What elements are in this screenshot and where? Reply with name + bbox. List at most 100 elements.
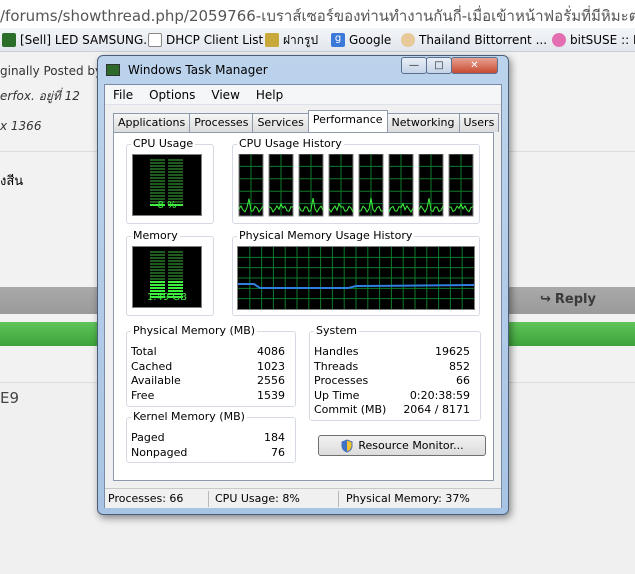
google-icon: g [331, 33, 345, 47]
kernel-memory-group: Kernel Memory (MB) Paged 184 Nonpaged 76 [126, 410, 296, 463]
meter-segment [168, 254, 183, 256]
meter-segment [150, 192, 165, 194]
meter-segment [168, 278, 183, 280]
stat-value: 4086 [257, 345, 285, 358]
menu-file[interactable]: File [105, 85, 141, 104]
bookmark-item[interactable]: ฝากรูป [265, 31, 318, 49]
status-divider [208, 491, 209, 507]
window-client: File Options View Help Applications Proc… [104, 84, 502, 508]
suse-icon [552, 33, 566, 47]
tab-strip: Applications Processes Services Performa… [113, 110, 500, 132]
stat-value: 1023 [257, 360, 285, 373]
bookmark-item[interactable]: bitSUSE :: B [552, 31, 635, 49]
meter-segment [168, 180, 183, 182]
meter-segment [150, 171, 165, 173]
post-body-text: งสีน [0, 174, 24, 189]
meter-segment [168, 192, 183, 194]
memory-meter: 1.49 GB [132, 246, 202, 308]
reply-icon: ↪ [540, 292, 551, 307]
meter-segment [150, 195, 165, 197]
meter-segment [150, 159, 165, 161]
cpu-history-label: CPU Usage History [237, 137, 344, 150]
stat-key: Free [131, 389, 155, 402]
post-text: E9 [0, 389, 20, 407]
memory-value: 1.49 GB [146, 292, 188, 303]
meter-segment [150, 275, 165, 277]
system-title: System [314, 324, 360, 337]
app-icon [106, 64, 120, 76]
meter-segment [168, 266, 183, 268]
meter-segment [150, 263, 165, 265]
meter-segment [168, 174, 183, 176]
meter-segment [168, 260, 183, 262]
meter-segment [168, 183, 183, 185]
bookmark-item[interactable]: Thailand Bittorrent ... [401, 31, 547, 49]
title-bar[interactable]: Windows Task Manager — □ ✕ [98, 56, 508, 84]
meter-segment [168, 159, 183, 161]
stat-value: 852 [449, 360, 470, 373]
meter-segment [150, 260, 165, 262]
meter-segment [168, 165, 183, 167]
tab-applications[interactable]: Applications [113, 113, 191, 132]
meter-segment [168, 272, 183, 274]
meter-segment [168, 287, 183, 289]
tab-performance[interactable]: Performance [307, 110, 388, 132]
resource-monitor-button[interactable]: Resource Monitor... [318, 435, 486, 456]
meter-segment [150, 177, 165, 179]
tab-users[interactable]: Users [458, 113, 500, 132]
reply-button[interactable]: ↪ Reply [540, 292, 596, 307]
tab-services[interactable]: Services [252, 113, 309, 132]
meter-segment [150, 189, 165, 191]
cpu-usage-label: CPU Usage [131, 137, 196, 150]
stat-key: Threads [314, 360, 359, 373]
tab-networking[interactable]: Networking [386, 113, 460, 132]
meter-segment [150, 186, 165, 188]
menu-options[interactable]: Options [141, 85, 203, 104]
stat-value: 76 [271, 446, 285, 459]
memory-history-group: Physical Memory Usage History [232, 229, 480, 316]
meter-segment [168, 195, 183, 197]
meter-segment [168, 257, 183, 259]
performance-panel: CPU Usage 8 % CPU Usage History Memory 1… [113, 132, 494, 481]
page-icon [148, 33, 162, 47]
stat-value: 2556 [257, 374, 285, 387]
menu-view[interactable]: View [203, 85, 247, 104]
meter-segment [150, 180, 165, 182]
stat-value: 1539 [257, 389, 285, 402]
cpu-history-graphs [238, 154, 474, 217]
maximize-button[interactable]: □ [426, 57, 452, 74]
memory-history-label: Physical Memory Usage History [237, 229, 415, 242]
memory-group: Memory 1.49 GB [126, 229, 214, 316]
tab-processes[interactable]: Processes [189, 113, 254, 132]
meter-segment [150, 287, 165, 289]
meter-segment [150, 168, 165, 170]
meter-segment [168, 263, 183, 265]
task-manager-window: Windows Task Manager — □ ✕ File Options … [97, 55, 509, 515]
meter-segment [150, 272, 165, 274]
system-group: System Handles 19625 Threads 852 Processes… [309, 324, 481, 421]
stat-key: Processes [314, 374, 369, 387]
meter-segment [168, 251, 183, 253]
meter-segment [168, 162, 183, 164]
face-icon [401, 33, 415, 47]
address-bar[interactable]: /forums/showthread.php/2059766-เบราส์เซอ… [0, 0, 635, 28]
minimize-button[interactable]: — [401, 57, 427, 74]
status-processes: Processes: 66 [108, 492, 184, 505]
stat-value: 184 [264, 431, 285, 444]
close-button[interactable]: ✕ [451, 57, 498, 74]
quote-posted-by: ginally Posted by [0, 64, 103, 78]
bookmark-item[interactable]: DHCP Client List [148, 31, 263, 49]
menu-help[interactable]: Help [248, 85, 291, 104]
meter-segment [150, 174, 165, 176]
stat-key: Handles [314, 345, 359, 358]
bookmark-item[interactable]: g Google [331, 31, 391, 49]
physical-memory-group: Physical Memory (MB) Total 4086 Cached 102… [126, 324, 296, 407]
window-title: Windows Task Manager [128, 63, 268, 77]
menu-bar: File Options View Help [105, 85, 501, 105]
bookmark-item[interactable]: [Sell] LED SAMSUNG... [2, 31, 155, 49]
status-cpu: CPU Usage: 8% [215, 492, 300, 505]
meter-segment [150, 254, 165, 256]
stat-value: 0:20:38:59 [409, 389, 470, 402]
meter-segment [168, 171, 183, 173]
meter-segment [150, 281, 165, 283]
